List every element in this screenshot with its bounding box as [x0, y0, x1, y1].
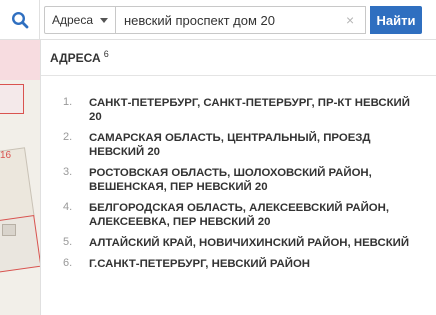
result-item[interactable]: 2. САМАРСКАЯ ОБЛАСТЬ, ЦЕНТРАЛЬНЫЙ, ПРОЕЗД… [41, 131, 436, 159]
result-text: Г.САНКТ-ПЕТЕРБУРГ, НЕВСКИЙ РАЙОН [89, 258, 311, 270]
results-title: АДРЕСА [50, 51, 101, 65]
divider [41, 75, 436, 76]
map-area[interactable]: 16 [0, 0, 40, 315]
result-number: 3. [63, 166, 73, 178]
map-zone [0, 40, 40, 80]
result-number: 1. [63, 96, 73, 108]
search-icon [11, 11, 28, 28]
find-button[interactable]: Найти [370, 6, 422, 34]
result-number: 5. [63, 236, 73, 248]
search-type-select[interactable]: Адреса [44, 6, 116, 34]
search-bar: Адреса невский проспект дом 20 × Найти [40, 0, 436, 40]
result-item[interactable]: 3. РОСТОВСКАЯ ОБЛАСТЬ, ШОЛОХОВСКИЙ РАЙОН,… [41, 166, 436, 194]
result-number: 6. [63, 257, 73, 269]
result-text: АЛТАЙСКИЙ КРАЙ, НОВИЧИХИНСКИЙ РАЙОН, НЕВ… [89, 237, 410, 249]
map-building [0, 84, 24, 114]
search-type-label: Адреса [52, 13, 94, 27]
search-toggle-button[interactable] [0, 0, 40, 40]
close-icon[interactable]: × [346, 13, 354, 27]
results-header: АДРЕСА 6 [50, 49, 109, 65]
result-item[interactable]: 4. БЕЛГОРОДСКАЯ ОБЛАСТЬ, АЛЕКСЕЕВСКИЙ РАЙ… [41, 201, 436, 229]
result-text: БЕЛГОРОДСКАЯ ОБЛАСТЬ, АЛЕКСЕЕВСКИЙ РАЙОН… [89, 202, 390, 228]
search-input[interactable]: невский проспект дом 20 [116, 6, 366, 34]
result-text: РОСТОВСКАЯ ОБЛАСТЬ, ШОЛОХОВСКИЙ РАЙОН, В… [89, 167, 372, 193]
map-house-number: 16 [0, 150, 12, 161]
results-panel: АДРЕСА 6 1. САНКТ-ПЕТЕРБУРГ, САНКТ-ПЕТЕРБУ… [40, 40, 436, 315]
result-item[interactable]: 1. САНКТ-ПЕТЕРБУРГ, САНКТ-ПЕТЕРБУРГ, ПР-К… [41, 96, 436, 124]
result-number: 4. [63, 201, 73, 213]
result-text: САМАРСКАЯ ОБЛАСТЬ, ЦЕНТРАЛЬНЫЙ, ПРОЕЗД Н… [89, 132, 371, 158]
results-list: 1. САНКТ-ПЕТЕРБУРГ, САНКТ-ПЕТЕРБУРГ, ПР-К… [41, 96, 436, 278]
map-building [2, 224, 16, 236]
result-item[interactable]: 6. Г.САНКТ-ПЕТЕРБУРГ, НЕВСКИЙ РАЙОН [41, 257, 436, 271]
chevron-down-icon [100, 18, 108, 23]
result-item[interactable]: 5. АЛТАЙСКИЙ КРАЙ, НОВИЧИХИНСКИЙ РАЙОН, Н… [41, 236, 436, 250]
result-text: САНКТ-ПЕТЕРБУРГ, САНКТ-ПЕТЕРБУРГ, ПР-КТ … [89, 97, 410, 123]
results-count: 6 [103, 49, 109, 59]
result-number: 2. [63, 131, 73, 143]
search-query-text: невский проспект дом 20 [124, 12, 275, 28]
